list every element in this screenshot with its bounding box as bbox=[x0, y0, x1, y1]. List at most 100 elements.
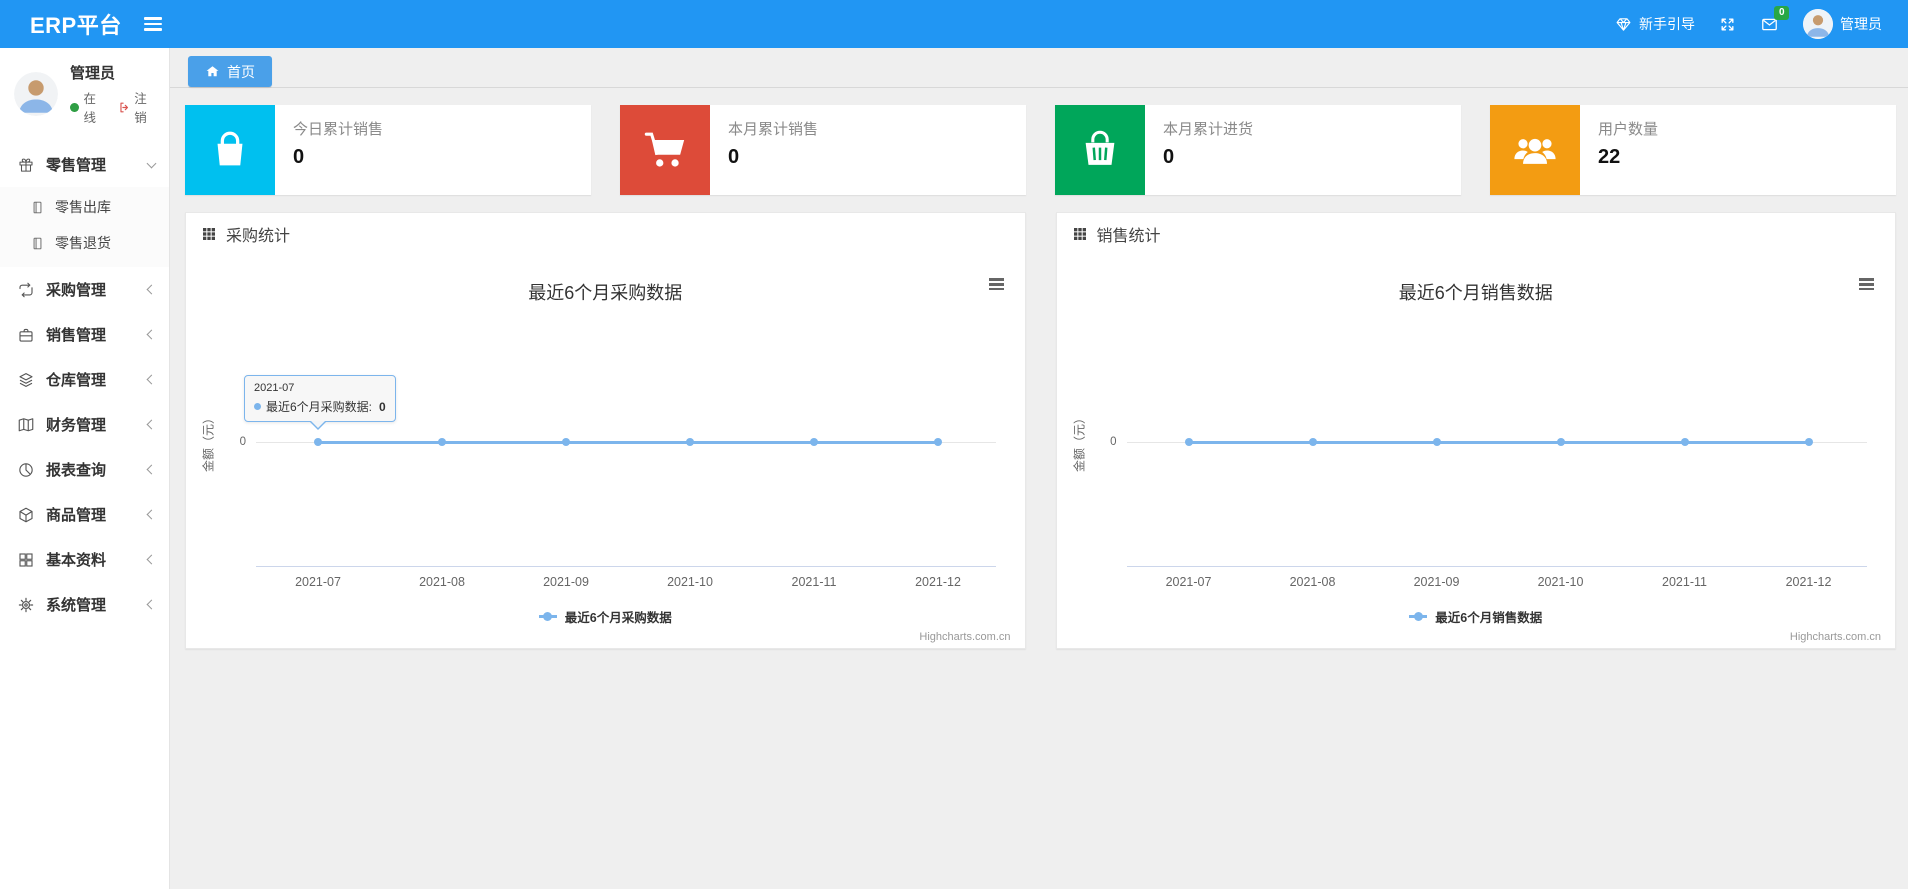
ledger-icon bbox=[30, 200, 45, 215]
y-axis-title: 金额（元） bbox=[1072, 411, 1086, 473]
tab-home[interactable]: 首页 bbox=[188, 56, 272, 87]
x-axis-line bbox=[1126, 566, 1867, 567]
sidebar-item-label: 系统管理 bbox=[46, 597, 107, 614]
gem-icon bbox=[1615, 16, 1632, 33]
x-axis-label: 2021-08 bbox=[419, 575, 465, 589]
guide-button[interactable]: 新手引导 bbox=[1615, 14, 1695, 34]
retail-submenu: 零售出库 零售退货 bbox=[0, 187, 169, 267]
chevron-left-icon bbox=[146, 599, 157, 610]
gift-icon bbox=[17, 156, 35, 174]
chevron-left-icon bbox=[146, 329, 157, 340]
data-point[interactable] bbox=[1432, 438, 1441, 446]
logout-label: 注销 bbox=[134, 92, 147, 125]
sidebar-item-system[interactable]: 系统管理 bbox=[0, 582, 169, 627]
logout-button[interactable]: 注销 bbox=[118, 88, 157, 126]
data-point[interactable] bbox=[562, 438, 570, 446]
series-line bbox=[1188, 441, 1809, 444]
chevron-left-icon bbox=[146, 554, 157, 565]
stat-card-today-sales: 今日累计销售 0 bbox=[185, 105, 591, 195]
series-line bbox=[318, 441, 938, 444]
sidebar-item-basic-data[interactable]: 基本资料 bbox=[0, 537, 169, 582]
procurement-icon bbox=[17, 281, 35, 299]
shopping-bag-icon bbox=[185, 105, 275, 195]
x-axis-label: 2021-12 bbox=[1785, 575, 1832, 589]
data-point[interactable] bbox=[1680, 438, 1689, 446]
sales-stats-panel: 销售统计 最近6个月销售数据 金额（元） 0 2021-07 2021-08 2… bbox=[1055, 212, 1896, 649]
chart-context-menu-button[interactable] bbox=[1854, 271, 1879, 298]
shopping-cart-icon bbox=[620, 105, 710, 195]
sidebar-item-label: 零售退货 bbox=[55, 235, 111, 251]
x-axis-label: 2021-11 bbox=[1662, 575, 1707, 589]
sidebar-item-label: 基本资料 bbox=[46, 552, 107, 569]
sidebar-item-finance[interactable]: 财务管理 bbox=[0, 402, 169, 447]
x-axis-label: 2021-08 bbox=[1289, 575, 1336, 589]
legend-item[interactable]: 最近6个月销售数据 bbox=[1057, 607, 1896, 626]
sidebar-item-retail[interactable]: 零售管理 bbox=[0, 142, 169, 187]
sidebar-toggle-button[interactable] bbox=[138, 8, 168, 40]
highcharts-credit[interactable]: Highcharts.com.cn bbox=[919, 631, 1010, 643]
sidebar-item-procurement[interactable]: 采购管理 bbox=[0, 267, 169, 312]
chart-context-menu-button[interactable] bbox=[984, 271, 1009, 298]
data-point[interactable] bbox=[1804, 438, 1813, 446]
main-content: 首页 今日累计销售 0 本月累计销售 0 本月累计进货 0 用户数量 22 采购… bbox=[170, 48, 1908, 889]
y-axis-tick: 0 bbox=[1110, 436, 1117, 448]
sidebar-item-reports[interactable]: 报表查询 bbox=[0, 447, 169, 492]
pie-chart-icon bbox=[17, 461, 35, 479]
user-menu[interactable]: 管理员 bbox=[1803, 9, 1882, 39]
stat-card-user-count: 用户数量 22 bbox=[1490, 105, 1896, 195]
finance-book-icon bbox=[17, 416, 35, 434]
sidebar-item-products[interactable]: 商品管理 bbox=[0, 492, 169, 537]
tooltip-category: 2021-07 bbox=[254, 382, 295, 394]
tab-label: 首页 bbox=[227, 63, 255, 80]
data-point[interactable] bbox=[314, 438, 322, 446]
chart-title: 最近6个月销售数据 bbox=[1398, 283, 1553, 303]
sidebar-item-retail-outbound[interactable]: 零售出库 bbox=[0, 189, 169, 225]
data-point[interactable] bbox=[686, 438, 694, 446]
sidebar-item-label: 商品管理 bbox=[46, 507, 107, 524]
stat-value: 22 bbox=[1598, 146, 1621, 168]
users-icon bbox=[1490, 105, 1580, 195]
stat-card-month-purchases: 本月累计进货 0 bbox=[1055, 105, 1461, 195]
chevron-left-icon bbox=[146, 509, 157, 520]
data-point[interactable] bbox=[1308, 438, 1317, 446]
stat-value: 0 bbox=[728, 146, 740, 168]
sidebar-item-label: 仓库管理 bbox=[46, 372, 107, 389]
y-axis-tick: 0 bbox=[239, 436, 246, 448]
legend-marker-icon bbox=[538, 612, 557, 621]
sidebar-item-warehouse[interactable]: 仓库管理 bbox=[0, 357, 169, 402]
stat-label: 本月累计进货 bbox=[1163, 121, 1254, 138]
messages-button[interactable]: 0 bbox=[1760, 5, 1789, 34]
tooltip-series-label: 最近6个月采购数据: bbox=[266, 400, 373, 414]
message-count-badge: 0 bbox=[1774, 5, 1789, 20]
sidebar-item-label: 财务管理 bbox=[46, 417, 107, 434]
purchase-stats-panel: 采购统计 最近6个月采购数据 金额（元） 0 2021-07 2021-08 2… bbox=[185, 212, 1026, 649]
x-axis-label: 2021-07 bbox=[295, 575, 341, 589]
purchase-chart: 最近6个月采购数据 金额（元） 0 2021-07 2021-08 2021-0… bbox=[186, 255, 1025, 648]
data-point[interactable] bbox=[1184, 438, 1193, 446]
sidebar-item-label: 采购管理 bbox=[46, 282, 107, 299]
x-axis-line bbox=[256, 566, 996, 567]
stat-cards: 今日累计销售 0 本月累计销售 0 本月累计进货 0 用户数量 22 bbox=[185, 105, 1896, 195]
data-point[interactable] bbox=[1556, 438, 1565, 446]
data-point[interactable] bbox=[934, 438, 942, 446]
gear-icon bbox=[17, 596, 35, 614]
sidebar-item-label: 零售出库 bbox=[55, 199, 111, 215]
data-point[interactable] bbox=[810, 438, 818, 446]
online-status-icon bbox=[70, 102, 79, 112]
x-axis-label: 2021-07 bbox=[1165, 575, 1212, 589]
data-point[interactable] bbox=[438, 438, 446, 446]
stat-value: 0 bbox=[293, 146, 305, 168]
sidebar-item-sales[interactable]: 销售管理 bbox=[0, 312, 169, 357]
fullscreen-button[interactable] bbox=[1719, 16, 1736, 33]
sidebar-item-retail-return[interactable]: 零售退货 bbox=[0, 225, 169, 261]
sidebar-user-name: 管理员 bbox=[70, 65, 116, 82]
x-axis-label: 2021-12 bbox=[915, 575, 961, 589]
th-grid-icon bbox=[1072, 226, 1088, 242]
legend-item[interactable]: 最近6个月采购数据 bbox=[186, 607, 1025, 626]
chevron-left-icon bbox=[146, 374, 157, 385]
highcharts-credit[interactable]: Highcharts.com.cn bbox=[1790, 631, 1881, 643]
panel-title: 采购统计 bbox=[226, 228, 291, 245]
tab-bar: 首页 bbox=[170, 48, 1908, 88]
user-avatar bbox=[1803, 9, 1833, 39]
panel-header: 销售统计 bbox=[1057, 213, 1896, 255]
